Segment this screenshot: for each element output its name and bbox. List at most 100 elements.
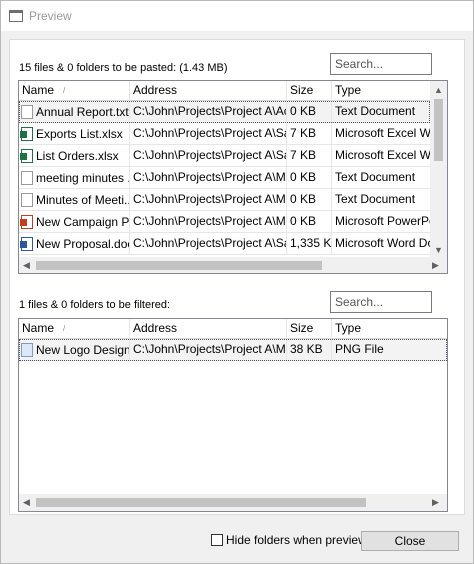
file-type-cell: Microsoft PowerPoint P (335, 214, 430, 228)
file-name-cell: New Proposal.docx (19, 233, 130, 255)
column-header-address[interactable]: Address (130, 319, 287, 339)
file-name: Annual Report.txt (36, 104, 129, 119)
close-button[interactable]: Close (361, 531, 459, 551)
scroll-thumb[interactable] (36, 261, 322, 270)
table-row[interactable]: Minutes of Meeti... C:\John\Projects\Proj… (19, 189, 430, 211)
image-file-icon (21, 343, 33, 357)
paste-file-list[interactable]: Name / Address Size Type Annual Report.tx… (18, 80, 448, 274)
preview-window: Preview 15 files & 0 folders to be paste… (0, 0, 474, 564)
column-header-label: Name (22, 83, 55, 97)
column-header-label: Type (335, 321, 362, 335)
file-address-cell: C:\John\Projects\Project A\Sal... (130, 123, 287, 145)
title-bar: Preview (1, 1, 473, 31)
sort-indicator-icon: / (63, 86, 66, 95)
file-name: meeting minutes ... (36, 170, 130, 185)
file-address-cell: C:\John\Projects\Project A\M... (130, 189, 287, 211)
file-name: New Campaign P... (36, 214, 130, 229)
file-type-cell: Text Document (335, 170, 416, 184)
table-row[interactable]: New Logo Design...C:\John\Projects\Proje… (19, 339, 447, 361)
column-header-size[interactable]: Size (287, 319, 332, 339)
file-type-cell: Microsoft Word Docum (335, 236, 430, 250)
hide-folders-label: Hide folders when previewing (226, 533, 383, 547)
text-file-icon (21, 193, 33, 207)
column-header-label: Type (335, 83, 362, 97)
excel-file-icon (20, 127, 33, 141)
paste-caption: 15 files & 0 folders to be pasted: (1.43… (19, 62, 228, 74)
file-name-cell: Annual Report.txt (19, 101, 130, 123)
window-icon (9, 10, 23, 22)
file-size-cell: 7 KB (287, 145, 332, 167)
scroll-left-icon[interactable]: ◀ (23, 260, 30, 270)
powerpoint-file-icon (20, 215, 33, 229)
scroll-right-icon[interactable]: ▶ (432, 497, 439, 507)
file-name: New Logo Design... (36, 342, 130, 357)
file-name-cell: List Orders.xlsx (19, 145, 130, 167)
file-size-cell: 0 KB (287, 167, 332, 189)
file-type-cell: PNG File (335, 342, 384, 356)
file-name: List Orders.xlsx (36, 148, 119, 163)
scroll-thumb[interactable] (434, 99, 443, 161)
table-row[interactable]: New Proposal.docx C:\John\Projects\Projec… (19, 233, 430, 255)
scroll-right-icon[interactable]: ▶ (432, 260, 439, 270)
column-header-type[interactable]: Type (332, 319, 447, 339)
column-header-label: Address (133, 321, 178, 335)
scroll-down-icon[interactable]: ▼ (434, 245, 443, 255)
table-row[interactable]: New Campaign P... C:\John\Projects\Projec… (19, 211, 430, 233)
paste-search-input[interactable] (330, 53, 432, 75)
file-name-cell: Minutes of Meeti... (19, 189, 130, 211)
file-size-cell: 38 KB (287, 339, 332, 361)
table-row[interactable]: meeting minutes ... C:\John\Projects\Proj… (19, 167, 430, 189)
scroll-up-icon[interactable]: ▲ (434, 85, 443, 95)
file-address-cell: C:\John\Projects\Project A\Sal... (130, 145, 287, 167)
excel-file-icon (20, 149, 33, 163)
column-header-address[interactable]: Address (130, 81, 287, 101)
file-type-cell: Text Document (335, 192, 416, 206)
scroll-thumb[interactable] (36, 498, 366, 507)
file-name: New Proposal.docx (36, 236, 130, 251)
column-header-label: Size (290, 83, 314, 97)
file-name-cell: New Logo Design... (19, 339, 130, 361)
file-size-cell: 1,335 KB (287, 233, 332, 255)
filter-file-list[interactable]: Name / Address Size Type New Logo Design.… (18, 318, 448, 512)
file-address-cell: C:\John\Projects\Project A\Sal... (130, 233, 287, 255)
column-header-label: Size (290, 321, 314, 335)
file-address-cell: C:\John\Projects\Project A\M... (130, 167, 287, 189)
file-address-cell: C:\John\Projects\Project A\M... (130, 339, 287, 361)
filter-list-rows: New Logo Design...C:\John\Projects\Proje… (19, 339, 447, 361)
column-header-label: Address (133, 83, 178, 97)
content-panel: 15 files & 0 folders to be pasted: (1.43… (9, 39, 465, 515)
filter-search-input[interactable] (330, 291, 432, 313)
hide-folders-option[interactable]: Hide folders when previewing (211, 533, 383, 547)
filter-horizontal-scrollbar[interactable]: ◀ ▶ (19, 494, 447, 511)
filter-list-header: Name / Address Size Type (19, 319, 447, 339)
paste-vertical-scrollbar[interactable]: ▲ ▼ (430, 81, 447, 257)
hide-folders-checkbox[interactable] (211, 534, 223, 546)
column-header-size[interactable]: Size (287, 81, 332, 101)
paste-list-header: Name / Address Size Type (19, 81, 430, 101)
table-row[interactable]: List Orders.xlsx C:\John\Projects\Project… (19, 145, 430, 167)
file-address-cell: C:\John\Projects\Project A\M... (130, 211, 287, 233)
filter-caption: 1 files & 0 folders to be filtered: (19, 299, 171, 311)
paste-list-rows: Annual Report.txt C:\John\Projects\Projec… (19, 101, 430, 255)
window-title: Preview (29, 9, 72, 23)
file-size-cell: 0 KB (287, 101, 332, 123)
column-header-type[interactable]: Type (332, 81, 430, 101)
file-size-cell: 0 KB (287, 211, 332, 233)
word-file-icon (20, 237, 33, 251)
table-row[interactable]: Exports List.xlsx C:\John\Projects\Projec… (19, 123, 430, 145)
file-type-cell: Text Document (335, 104, 416, 118)
column-header-name[interactable]: Name / (19, 319, 130, 339)
file-name-cell: Exports List.xlsx (19, 123, 130, 145)
table-row[interactable]: Annual Report.txt C:\John\Projects\Projec… (19, 101, 430, 123)
file-name: Exports List.xlsx (36, 126, 123, 141)
file-address-cell: C:\John\Projects\Project A\Ac... (130, 101, 287, 123)
file-size-cell: 0 KB (287, 189, 332, 211)
file-name-cell: meeting minutes ... (19, 167, 130, 189)
scroll-left-icon[interactable]: ◀ (23, 497, 30, 507)
file-size-cell: 7 KB (287, 123, 332, 145)
text-file-icon (21, 171, 33, 185)
file-name: Minutes of Meeti... (36, 192, 130, 207)
sort-indicator-icon: / (63, 324, 66, 333)
column-header-name[interactable]: Name / (19, 81, 130, 101)
paste-horizontal-scrollbar[interactable]: ◀ ▶ (19, 257, 447, 273)
